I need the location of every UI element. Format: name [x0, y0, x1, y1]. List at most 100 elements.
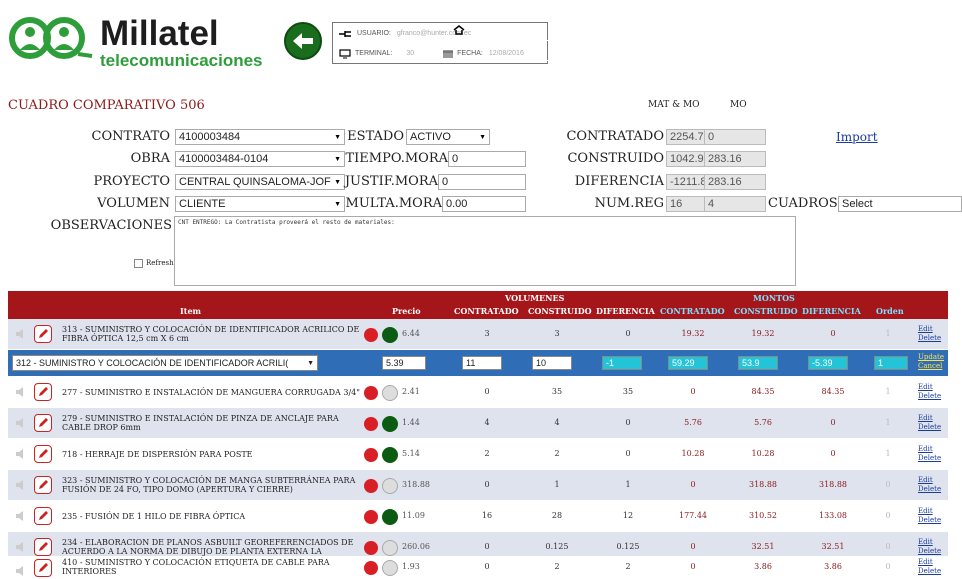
construido-mat-field: 1042.9 [666, 151, 708, 167]
precio-cell: 318.88 [402, 480, 430, 489]
back-button[interactable] [284, 22, 322, 60]
construido-label: CONSTRUIDO [567, 151, 664, 166]
m-contratado-input[interactable]: 59.29 [668, 356, 708, 370]
contratado-label: CONTRATADO [566, 129, 664, 144]
delete-link[interactable]: Delete [918, 567, 941, 576]
m-construido-cell: 3.86 [754, 562, 772, 571]
delete-link[interactable]: Delete [918, 547, 941, 556]
contratado-mat-field: 2254.73 [666, 129, 708, 145]
delete-link[interactable]: Delete [918, 334, 941, 343]
v-contratado-cell: 0 [484, 562, 490, 571]
justif-mora-input[interactable]: 0 [438, 174, 526, 190]
status-dot-icon[interactable] [382, 509, 398, 525]
v-contratado-cell: 4 [484, 418, 490, 427]
speaker-icon[interactable] [14, 479, 26, 491]
tiempo-mora-input[interactable]: 0 [448, 151, 526, 167]
v-diferencia-cell: 0 [625, 449, 631, 458]
orden-input[interactable]: 1 [874, 356, 908, 370]
m-diferencia-cell: 133.08 [819, 511, 847, 520]
speaker-icon[interactable] [14, 448, 26, 460]
v-diferencia-input[interactable]: -1 [602, 356, 642, 370]
status-dot-icon[interactable] [382, 385, 398, 401]
header-mo: MO [730, 100, 747, 110]
orden-cell: 1 [885, 449, 891, 458]
table-row: 279 - SUMINISTRO E INSTALACIÓN DE PINZA … [8, 408, 948, 439]
gear-icon[interactable] [364, 561, 378, 575]
m-diferencia-cell: 3.86 [824, 562, 842, 571]
speaker-icon[interactable] [14, 565, 26, 577]
delete-link[interactable]: Delete [918, 485, 941, 494]
refresh-checkbox[interactable] [134, 259, 143, 268]
speaker-icon[interactable] [14, 328, 26, 340]
update-link[interactable]: Update [918, 353, 944, 362]
gear-icon[interactable] [364, 541, 378, 555]
speaker-icon[interactable] [14, 541, 26, 553]
edit-pencil-button[interactable] [34, 414, 52, 432]
edit-link[interactable]: Edit [918, 558, 933, 567]
edit-link[interactable]: Edit [918, 538, 933, 547]
import-link[interactable]: Import [836, 130, 878, 144]
edit-link[interactable]: Edit [918, 383, 933, 392]
volumen-select[interactable]: CLIENTE ▼ [175, 196, 345, 212]
fecha-label: FECHA: [457, 50, 483, 57]
m-construido-input[interactable]: 53.9 [738, 356, 778, 370]
item-text: 718 - HERRAJE DE DISPERSIÓN PARA POSTE [62, 449, 253, 459]
v-diferencia-cell: 0 [625, 418, 631, 427]
edit-link[interactable]: Edit [918, 414, 933, 423]
precio-input[interactable]: 5.39 [382, 356, 426, 370]
contrato-select[interactable]: 4100003484 ▼ [175, 129, 345, 145]
edit-pencil-button[interactable] [34, 507, 52, 525]
multa-mora-input[interactable]: 0.00 [442, 196, 526, 212]
gear-icon[interactable] [364, 386, 378, 400]
edit-pencil-button[interactable] [34, 476, 52, 494]
status-dot-icon[interactable] [382, 560, 398, 576]
cancel-link[interactable]: Cancel [918, 362, 942, 371]
cuadros-select[interactable]: Select [838, 196, 962, 212]
edit-pencil-button[interactable] [34, 538, 52, 556]
v-contratado-input[interactable]: 11 [462, 356, 502, 370]
speaker-icon[interactable] [14, 386, 26, 398]
gear-icon[interactable] [364, 417, 378, 431]
delete-link[interactable]: Delete [918, 516, 941, 525]
terminal-value: 30 [406, 50, 415, 57]
gear-icon[interactable] [364, 448, 378, 462]
status-dot-icon[interactable] [382, 540, 398, 556]
speaker-icon[interactable] [14, 510, 26, 522]
estado-select[interactable]: ACTIVO ▼ [406, 129, 490, 145]
item-select[interactable]: 312 - SUMINISTRO Y COLOCACIÓN DE IDENTIF… [12, 355, 318, 371]
edit-link[interactable]: Edit [918, 445, 933, 454]
proyecto-select[interactable]: CENTRAL QUINSALOMA-JOF ▼ [175, 174, 345, 190]
m-diferencia-cell: 0 [830, 418, 836, 427]
row-actions: Edit Delete [918, 319, 941, 349]
status-dot-icon[interactable] [382, 327, 398, 343]
observaciones-textarea[interactable]: CNT ENTREGO: La Contratista proveerá el … [174, 216, 796, 286]
status-dot-icon[interactable] [382, 447, 398, 463]
gear-icon[interactable] [364, 510, 378, 524]
edit-pencil-button[interactable] [34, 325, 52, 343]
delete-link[interactable]: Delete [918, 423, 941, 432]
plug-icon [339, 30, 351, 37]
pencil-icon [39, 542, 48, 551]
edit-link[interactable]: Edit [918, 325, 933, 334]
edit-pencil-button[interactable] [34, 559, 52, 577]
obra-select[interactable]: 4100003484-0104 ▼ [175, 151, 345, 167]
edit-pencil-button[interactable] [34, 445, 52, 463]
pencil-icon [39, 563, 48, 572]
gear-icon[interactable] [364, 479, 378, 493]
v-contratado-cell: 3 [484, 329, 490, 338]
home-icon[interactable] [453, 25, 465, 37]
v-construido-input[interactable]: 10 [532, 356, 572, 370]
status-dot-icon[interactable] [382, 478, 398, 494]
gear-icon[interactable] [364, 328, 378, 342]
edit-pencil-button[interactable] [34, 383, 52, 401]
speaker-icon[interactable] [14, 417, 26, 429]
m-construido-cell: 318.88 [749, 480, 777, 489]
delete-link[interactable]: Delete [918, 392, 941, 401]
edit-link[interactable]: Edit [918, 507, 933, 516]
delete-link[interactable]: Delete [918, 454, 941, 463]
status-dot-icon[interactable] [382, 416, 398, 432]
header-mat-mo: MAT & MO [648, 100, 700, 110]
table-row-editing: 312 - SUMINISTRO Y COLOCACIÓN DE IDENTIF… [8, 350, 948, 377]
edit-link[interactable]: Edit [918, 476, 933, 485]
m-diferencia-input[interactable]: -5.39 [808, 356, 848, 370]
